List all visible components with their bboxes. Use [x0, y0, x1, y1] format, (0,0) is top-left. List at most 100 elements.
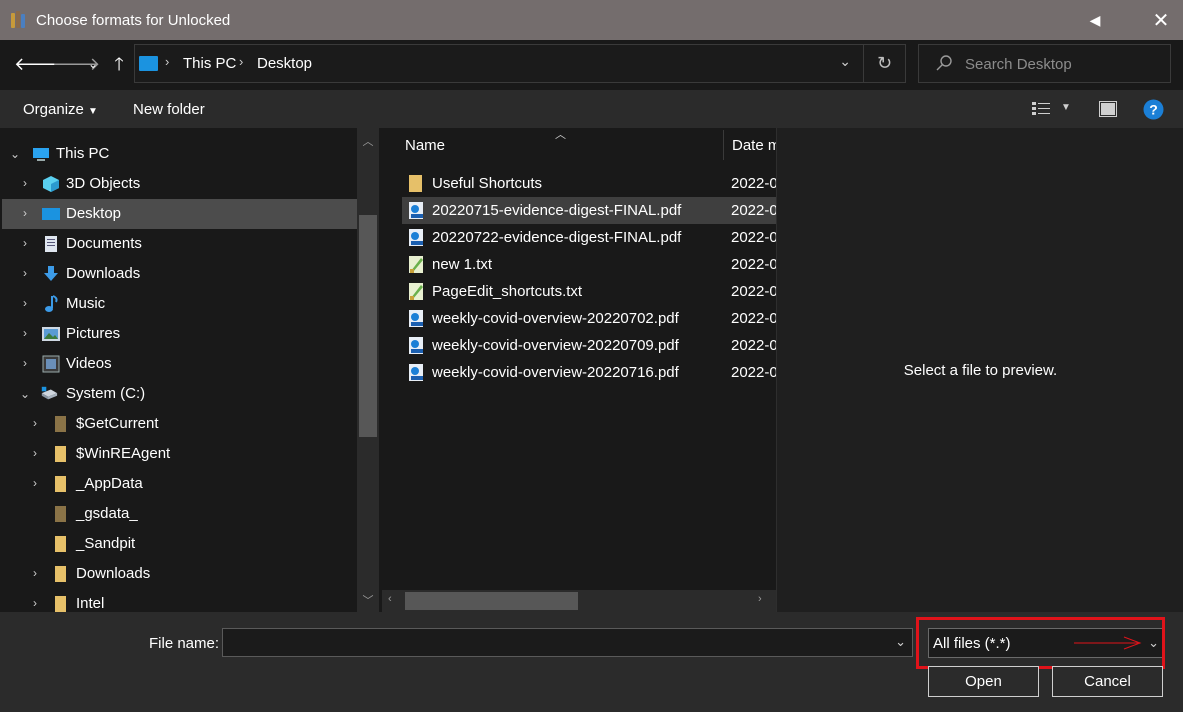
- nav-label: Videos: [66, 355, 112, 372]
- file-name: Useful Shortcuts: [432, 175, 543, 192]
- scroll-right-icon[interactable]: ›: [758, 593, 762, 605]
- new-folder-button[interactable]: New folder: [133, 101, 205, 118]
- nav-item-documents[interactable]: › Documents: [2, 229, 357, 259]
- file-name-combobox[interactable]: ⌄: [222, 628, 913, 657]
- navigation-scrollbar[interactable]: ︿ ﹀: [357, 128, 379, 612]
- view-options-icon[interactable]: [1032, 101, 1050, 117]
- file-row[interactable]: weekly-covid-overview-20220709.pdf 2022-…: [402, 332, 776, 359]
- nav-item-appdata[interactable]: › _AppData: [2, 469, 357, 499]
- address-dropdown-chevron-icon[interactable]: ⌄: [839, 53, 851, 70]
- text-file-icon: [409, 283, 423, 300]
- column-header-name[interactable]: Name: [405, 137, 445, 173]
- file-list-horizontal-scrollbar[interactable]: ‹ ›: [382, 590, 776, 612]
- folder-icon: [55, 446, 66, 462]
- chevron-right-icon[interactable]: ›: [18, 356, 32, 370]
- chevron-down-icon[interactable]: ⌄: [895, 634, 906, 650]
- file-name-input[interactable]: [229, 633, 879, 653]
- nav-item-desktop[interactable]: › Desktop: [2, 199, 357, 229]
- file-name-label: File name:: [149, 635, 220, 652]
- chevron-right-icon[interactable]: ›: [18, 176, 32, 190]
- breadcrumb-desktop[interactable]: Desktop: [257, 55, 312, 72]
- search-input[interactable]: [965, 53, 1165, 75]
- nav-item-downloads-folder[interactable]: › Downloads: [2, 559, 357, 589]
- chevron-right-icon[interactable]: ›: [28, 566, 42, 580]
- download-arrow-icon: [44, 266, 58, 281]
- view-dropdown-icon[interactable]: ▼: [1061, 102, 1071, 113]
- nav-item-gsdata[interactable]: _gsdata_: [2, 499, 357, 529]
- nav-item-this-pc[interactable]: ⌄ This PC: [2, 139, 357, 169]
- window-title: Choose formats for Unlocked: [36, 11, 231, 29]
- chevron-right-icon[interactable]: ›: [28, 596, 42, 610]
- file-date: 2022-0: [731, 310, 776, 327]
- column-header-date[interactable]: Date m: [732, 137, 776, 173]
- chevron-down-icon[interactable]: ⌄: [18, 387, 32, 401]
- column-divider[interactable]: [723, 130, 724, 160]
- file-row[interactable]: weekly-covid-overview-20220716.pdf 2022-…: [402, 359, 776, 386]
- close-icon[interactable]: ✕: [1138, 0, 1183, 40]
- file-name: weekly-covid-overview-20220709.pdf: [432, 337, 679, 354]
- chevron-right-icon[interactable]: ›: [28, 416, 42, 430]
- file-name: new 1.txt: [432, 256, 493, 273]
- open-button[interactable]: Open: [928, 666, 1039, 697]
- nav-item-system-c[interactable]: ⌄ System (C:): [2, 379, 357, 409]
- file-row[interactable]: PageEdit_shortcuts.txt 2022-0: [402, 278, 776, 305]
- scrollbar-thumb[interactable]: [359, 215, 377, 437]
- svg-text:?: ?: [1149, 102, 1158, 118]
- organize-dropdown-icon: ▼: [88, 106, 98, 117]
- chevron-right-icon[interactable]: ›: [18, 296, 32, 310]
- nav-item-music[interactable]: › Music: [2, 289, 357, 319]
- sort-ascending-icon: ︿: [555, 129, 566, 141]
- chevron-right-icon[interactable]: ›: [28, 446, 42, 460]
- file-row[interactable]: 20220715-evidence-digest-FINAL.pdf 2022-…: [402, 197, 776, 224]
- nav-item-intel[interactable]: › Intel: [2, 589, 357, 612]
- nav-item-getcurrent[interactable]: › $GetCurrent: [2, 409, 357, 439]
- nav-item-downloads[interactable]: › Downloads: [2, 259, 357, 289]
- nav-label: _Sandpit: [76, 535, 136, 552]
- file-row[interactable]: 20220722-evidence-digest-FINAL.pdf 2022-…: [402, 224, 776, 251]
- file-row[interactable]: Useful Shortcuts 2022-0: [402, 170, 776, 197]
- file-row[interactable]: weekly-covid-overview-20220702.pdf 2022-…: [402, 305, 776, 332]
- address-bar[interactable]: › This PC › Desktop ⌄ ↻: [134, 44, 906, 83]
- file-date: 2022-0: [731, 364, 776, 381]
- nav-label: Downloads: [66, 265, 141, 282]
- up-arrow-icon[interactable]: 🡑: [108, 52, 130, 76]
- chevron-right-icon[interactable]: ›: [28, 476, 42, 490]
- pdf-icon: [409, 229, 423, 246]
- navigation-pane: ⌄ This PC › 3D Objects › Desktop › Docum…: [0, 128, 382, 612]
- nav-item-videos[interactable]: › Videos: [2, 349, 357, 379]
- scroll-left-icon[interactable]: ‹: [388, 593, 392, 605]
- nav-item-sandpit[interactable]: _Sandpit: [2, 529, 357, 559]
- breadcrumb-separator-icon: ›: [239, 54, 244, 69]
- search-box[interactable]: [918, 44, 1171, 83]
- nav-label: _gsdata_: [76, 505, 138, 522]
- preview-pane-icon[interactable]: [1099, 101, 1117, 117]
- dialog-footer: File name: ⌄ All files (*.*) ⌄ Open Canc…: [0, 612, 1183, 712]
- chevron-right-icon[interactable]: ›: [18, 206, 32, 220]
- nav-item-pictures[interactable]: › Pictures: [2, 319, 357, 349]
- chevron-right-icon[interactable]: ›: [18, 266, 32, 280]
- scrollbar-thumb[interactable]: [405, 592, 578, 610]
- scroll-up-icon[interactable]: ︿: [357, 133, 379, 149]
- scroll-down-icon[interactable]: ﹀: [357, 592, 379, 608]
- pdf-icon: [409, 364, 423, 381]
- refresh-icon[interactable]: ↻: [863, 45, 905, 82]
- folder-icon: [55, 566, 66, 582]
- nav-item-winreagent[interactable]: › $WinREAgent: [2, 439, 357, 469]
- cancel-button[interactable]: Cancel: [1052, 666, 1163, 697]
- nav-label: Desktop: [66, 205, 122, 222]
- desktop-icon: [42, 208, 60, 220]
- help-icon[interactable]: ?: [1143, 99, 1164, 120]
- collapse-left-icon[interactable]: ◀: [1072, 0, 1118, 40]
- recent-locations-chevron-icon[interactable]: ⌄: [86, 52, 100, 76]
- file-date: 2022-0: [731, 229, 776, 246]
- back-arrow-icon[interactable]: 🡐: [14, 52, 62, 76]
- chevron-right-icon[interactable]: ›: [18, 326, 32, 340]
- organize-button[interactable]: Organize ▼: [23, 101, 98, 118]
- file-row[interactable]: new 1.txt 2022-0: [402, 251, 776, 278]
- chevron-right-icon[interactable]: ›: [18, 236, 32, 250]
- breadcrumb-this-pc[interactable]: This PC: [183, 55, 236, 72]
- nav-item-3d-objects[interactable]: › 3D Objects: [2, 169, 357, 199]
- drive-icon: [41, 386, 58, 400]
- chevron-down-icon[interactable]: ⌄: [8, 147, 22, 161]
- forward-arrow-icon[interactable]: 🡒: [52, 52, 100, 76]
